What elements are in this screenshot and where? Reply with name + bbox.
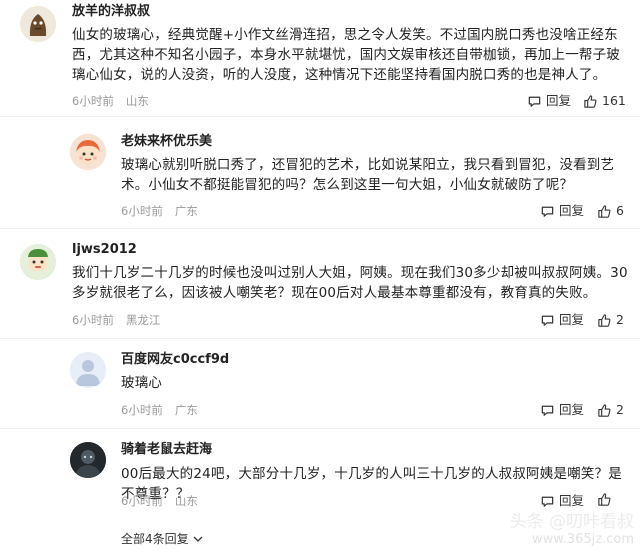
comment-time: 6小时前: [121, 494, 163, 508]
divider: [0, 428, 640, 429]
reply-button[interactable]: 回复: [540, 401, 584, 419]
like-count: 161: [602, 93, 626, 108]
like-count: 6: [616, 203, 624, 218]
divider: [0, 338, 640, 339]
reply-icon: [541, 496, 554, 507]
comment-location: 黑龙江: [125, 313, 161, 327]
reply-icon: [528, 96, 541, 107]
comment-username[interactable]: 百度网友c0ccf9d: [121, 351, 229, 369]
comment-username[interactable]: ljws2012: [72, 241, 137, 259]
thumbs-up-icon: [598, 204, 611, 218]
watermark-line-2: www.365jz.com: [532, 532, 634, 547]
avatar[interactable]: [70, 442, 106, 478]
thumbs-up-icon: [584, 94, 597, 108]
comment-text: 玻璃心: [121, 375, 163, 391]
comment-text: 玻璃心就别听脱口秀了，还冒犯的艺术，比如说某阳立，我只看到冒犯，没看到艺术。小仙…: [121, 157, 615, 193]
reply-label: 回复: [559, 312, 585, 327]
comment-username[interactable]: 老妹来杯优乐美: [121, 133, 212, 151]
reply-label: 回复: [559, 493, 585, 508]
thumbs-up-icon: [598, 403, 611, 417]
like-button[interactable]: 6: [597, 202, 624, 220]
comment-meta: 6小时前 黑龙江: [72, 312, 160, 328]
reply-button[interactable]: 回复: [540, 311, 584, 329]
comment-location: 广东: [174, 403, 198, 417]
comment-location: 山东: [125, 94, 149, 108]
thumbs-up-icon: [598, 313, 611, 327]
like-button[interactable]: 2: [597, 311, 624, 329]
avatar[interactable]: [20, 244, 56, 280]
comment-meta: 6小时前 广东: [121, 203, 198, 219]
reply-button[interactable]: 回复: [527, 92, 571, 110]
divider: [0, 228, 640, 229]
divider: [0, 116, 640, 117]
like-button[interactable]: 2: [597, 401, 624, 419]
comment-meta: 6小时前 山东: [72, 93, 149, 109]
thumbs-up-icon: [598, 493, 611, 506]
reply-icon: [541, 405, 554, 416]
dark-figure-avatar-icon: [70, 442, 106, 478]
default-user-avatar-icon: [70, 352, 106, 388]
comment-meta: 6小时前 山东: [121, 493, 198, 509]
comment-time: 6小时前: [121, 403, 163, 417]
comment-text: 仙女的玻璃心，经典觉醒+小作文丝滑连招，思之令人发笑。不过国内脱口秀也没啥正经东…: [72, 27, 620, 83]
comment-username[interactable]: 骑着老鼠去赶海: [121, 441, 212, 459]
comment-meta: 6小时前 广东: [121, 402, 198, 418]
chevron-down-icon: [193, 536, 203, 542]
avatar[interactable]: [70, 134, 106, 170]
all-replies-button[interactable]: 全部4条回复: [121, 530, 204, 547]
comment-text: 我们十几岁二十几岁的时候也没叫过别人大姐，阿姨。现在我们30多少却被叫叔叔阿姨。…: [72, 265, 628, 301]
comment-location: 山东: [174, 494, 198, 508]
like-count: 2: [616, 312, 624, 327]
reply-label: 回复: [559, 203, 585, 218]
watermark: 头条 @叨咔看叔 www.365jz.com: [510, 513, 634, 549]
avatar[interactable]: [20, 6, 56, 42]
comment-location: 广东: [174, 204, 198, 218]
like-count: 2: [616, 402, 624, 417]
comment-time: 6小时前: [121, 204, 163, 218]
comment-time: 6小时前: [72, 313, 114, 327]
reply-icon: [541, 206, 554, 217]
like-button[interactable]: 161: [583, 92, 626, 110]
reply-button[interactable]: 回复: [540, 202, 584, 220]
comment-username[interactable]: 放羊的洋叔叔: [72, 3, 150, 21]
cartoon-boy-avatar-icon: [20, 244, 56, 280]
watermark-line-1: 头条 @叨咔看叔: [509, 512, 634, 532]
cartoon-girl-avatar-icon: [70, 134, 106, 170]
comment-time: 6小时前: [72, 94, 114, 108]
reply-label: 回复: [559, 402, 585, 417]
like-button[interactable]: [597, 492, 616, 507]
reply-icon: [541, 315, 554, 326]
reply-button[interactable]: 回复: [540, 492, 584, 510]
avatar[interactable]: [70, 352, 106, 388]
all-replies-label: 全部4条回复: [121, 532, 189, 546]
reply-label: 回复: [546, 93, 572, 108]
brown-figure-avatar-icon: [20, 6, 56, 42]
